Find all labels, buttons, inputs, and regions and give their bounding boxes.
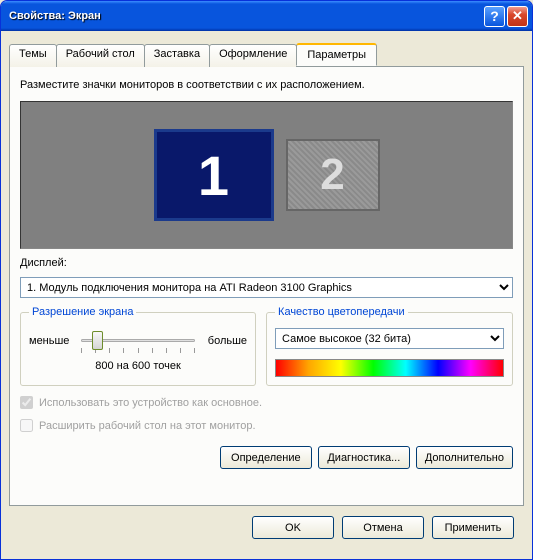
primary-display-check: Использовать это устройство как основное… xyxy=(20,396,513,409)
monitor-2[interactable]: 2 xyxy=(286,139,380,211)
resolution-value: 800 на 600 точек xyxy=(29,360,247,372)
resolution-legend: Разрешение экрана xyxy=(29,306,136,318)
titlebar[interactable]: Свойства: Экран ? ✕ xyxy=(1,1,532,31)
cancel-button[interactable]: Отмена xyxy=(342,516,424,539)
groups: Разрешение экрана меньше больше 800 на 6… xyxy=(20,306,513,386)
tab-appearance[interactable]: Оформление xyxy=(209,44,297,67)
tabs: Темы Рабочий стол Заставка Оформление Па… xyxy=(9,43,524,66)
display-select[interactable]: 1. Модуль подключения монитора на ATI Ra… xyxy=(20,277,513,298)
dialog-footer: OK Отмена Применить xyxy=(9,506,524,551)
resolution-less-label: меньше xyxy=(29,335,75,347)
color-spectrum xyxy=(275,359,504,377)
slider-thumb[interactable] xyxy=(92,331,103,350)
tab-desktop[interactable]: Рабочий стол xyxy=(56,44,145,67)
display-dropdown[interactable]: 1. Модуль подключения монитора на ATI Ra… xyxy=(20,277,513,298)
resolution-group: Разрешение экрана меньше больше 800 на 6… xyxy=(20,306,256,386)
display-label: Дисплей: xyxy=(20,257,513,269)
help-icon[interactable]: ? xyxy=(484,6,505,27)
primary-checkbox xyxy=(20,396,33,409)
window-title: Свойства: Экран xyxy=(9,10,482,22)
client-area: Темы Рабочий стол Заставка Оформление Па… xyxy=(1,31,532,559)
resolution-more-label: больше xyxy=(201,335,247,347)
extend-desktop-check: Расширить рабочий стол на этот монитор. xyxy=(20,419,513,432)
quality-legend: Качество цветопередачи xyxy=(275,306,408,318)
display-properties-window: Свойства: Экран ? ✕ Темы Рабочий стол За… xyxy=(0,0,533,560)
tab-screensaver[interactable]: Заставка xyxy=(144,44,210,67)
resolution-slider[interactable] xyxy=(81,328,195,354)
extend-checkbox xyxy=(20,419,33,432)
tab-settings[interactable]: Параметры xyxy=(296,43,377,66)
tab-themes[interactable]: Темы xyxy=(9,44,57,67)
settings-panel: Разместите значки мониторов в соответств… xyxy=(9,66,524,506)
color-quality-select[interactable]: Самое высокое (32 бита) xyxy=(275,328,504,349)
identify-button[interactable]: Определение xyxy=(220,446,312,469)
instruction-text: Разместите значки мониторов в соответств… xyxy=(20,79,513,91)
advanced-button[interactable]: Дополнительно xyxy=(416,446,513,469)
ok-button[interactable]: OK xyxy=(252,516,334,539)
quality-group: Качество цветопередачи Самое высокое (32… xyxy=(266,306,513,386)
monitor-arrangement[interactable]: 1 2 xyxy=(20,101,513,249)
troubleshoot-button[interactable]: Диагностика... xyxy=(318,446,410,469)
close-icon[interactable]: ✕ xyxy=(507,6,528,27)
panel-buttons: Определение Диагностика... Дополнительно xyxy=(20,446,513,469)
apply-button[interactable]: Применить xyxy=(432,516,514,539)
monitor-1[interactable]: 1 xyxy=(154,129,274,221)
